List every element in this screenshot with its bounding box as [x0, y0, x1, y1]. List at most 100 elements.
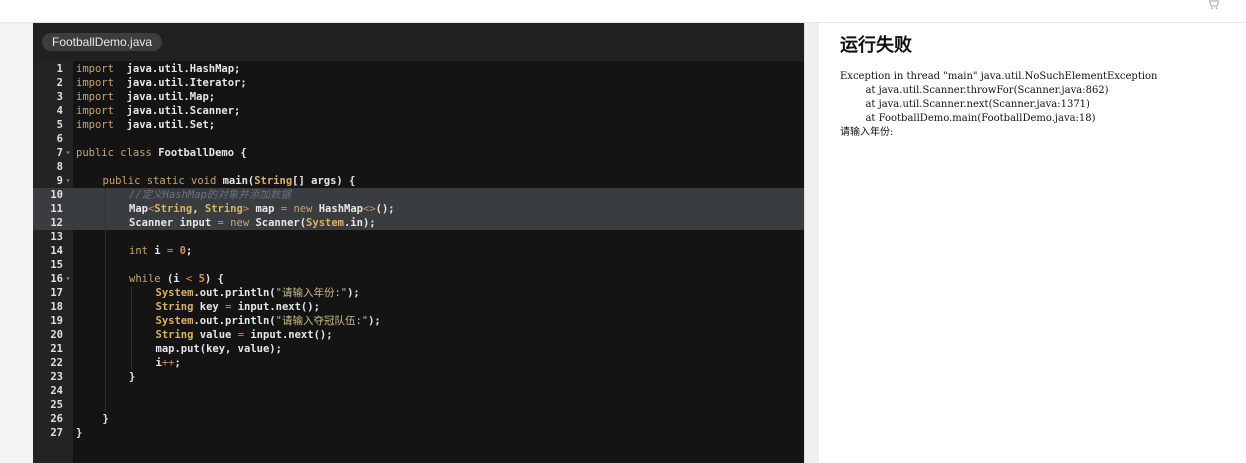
line-number: 13 [50, 231, 63, 243]
code-token: String [254, 175, 293, 187]
code-line[interactable]: 26} [33, 412, 804, 426]
code-token: String [204, 203, 243, 215]
code-line[interactable]: 1 import java.util.HashMap; [33, 62, 804, 76]
code-token: input.next(); [250, 329, 333, 341]
code-line[interactable]: 12 Scanner input = new Scanner(System.in)… [33, 216, 804, 230]
code-text: String key = input.next(); [156, 300, 320, 314]
code-text: } [103, 412, 109, 426]
code-line[interactable]: 27} [33, 426, 804, 440]
code-token: = [237, 329, 251, 341]
code-line[interactable]: 3 import java.util.Map; [33, 90, 804, 104]
code-text: public static void main(String[] args) { [103, 174, 356, 188]
code-token: } [76, 427, 83, 439]
code-line[interactable]: 9 ▾ public static void main(String[] args)… [33, 174, 804, 188]
line-number: 9 [56, 175, 63, 187]
code-area[interactable]: 1 import java.util.HashMap; 2 import java.u… [33, 61, 804, 463]
code-token: "请输入年份:" [275, 287, 348, 299]
code-token: = [166, 245, 180, 257]
code-line[interactable]: 19 System.out.println("请输入夺冠队伍:"); [33, 314, 804, 328]
line-number: 2 [56, 77, 63, 89]
code-line[interactable]: 20 String value = input.next(); [33, 328, 804, 342]
shopping-cart-icon[interactable] [1206, 0, 1220, 10]
line-number: 8 [56, 161, 63, 173]
code-line[interactable]: 25 [33, 398, 804, 412]
code-token: String [155, 301, 200, 313]
code-text: import java.util.Iterator; [76, 76, 247, 90]
code-line[interactable]: 6 [33, 132, 804, 146]
code-token: <> [363, 203, 376, 215]
code-token: System [155, 315, 194, 327]
fold-toggle-icon[interactable]: ▾ [64, 174, 72, 188]
console-output: Exception in thread "main" java.util.NoS… [840, 71, 1158, 138]
code-line[interactable]: 15 [33, 258, 804, 272]
line-number: 14 [50, 245, 63, 257]
code-token: import [76, 119, 114, 131]
code-line[interactable]: 13 [33, 230, 804, 244]
fold-toggle-icon[interactable]: ▾ [64, 272, 72, 286]
code-text: while (i < 5) { [129, 272, 224, 286]
line-number: 6 [56, 133, 63, 145]
code-token: java.util.Iterator; [113, 77, 247, 89]
code-token: main( [222, 175, 255, 187]
line-number: 27 [50, 427, 63, 439]
code-text: } [129, 370, 135, 384]
panel-divider[interactable] [804, 23, 820, 463]
run-status-title: 运行失败 [840, 35, 912, 56]
line-number: 1 [56, 63, 63, 75]
line-number: 19 [50, 315, 63, 327]
line-number: 4 [56, 105, 63, 117]
code-token: java.util.Map; [113, 91, 216, 103]
code-line[interactable]: 14 int i = 0; [33, 244, 804, 258]
line-number: 12 [50, 217, 63, 229]
code-token: import [76, 91, 114, 103]
code-token: String [154, 203, 193, 215]
code-token: import [76, 105, 114, 117]
code-text: import java.util.Set; [76, 118, 215, 132]
line-number: 10 [50, 189, 63, 201]
code-token: ; [174, 357, 181, 369]
code-line[interactable]: 18 String key = input.next(); [33, 300, 804, 314]
code-token: .out.println( [193, 315, 276, 327]
code-text: Scanner input = new Scanner(System.in); [129, 216, 376, 230]
code-token: value [199, 329, 238, 341]
code-token: import [76, 77, 114, 89]
line-number: 24 [50, 385, 63, 397]
output-panel: 运行失败 Exception in thread "main" java.uti… [819, 23, 1246, 463]
code-text: //定义HashMap的对象并添加数据 [129, 188, 291, 202]
code-token: Scanner input [129, 217, 218, 229]
code-token: input.next(); [237, 301, 320, 313]
code-line[interactable]: 11 Map<String, String> map = new HashMap<… [33, 202, 804, 216]
fold-toggle-icon[interactable]: ▾ [64, 146, 72, 160]
code-line[interactable]: 16 ▾ while (i < 5) { [33, 272, 804, 286]
line-number: 21 [50, 343, 63, 355]
code-token: while [129, 273, 167, 285]
file-tab[interactable]: FootballDemo.java [42, 33, 163, 51]
code-line[interactable]: 7 ▾ public class FootballDemo { [33, 146, 804, 160]
code-text: import java.util.Scanner; [76, 104, 240, 118]
code-line[interactable]: 10 //定义HashMap的对象并添加数据 [33, 188, 804, 202]
top-bar [0, 0, 1246, 22]
code-text: import java.util.HashMap; [76, 62, 240, 76]
code-line[interactable]: 8 [33, 160, 804, 174]
code-line[interactable]: 17 System.out.println("请输入年份:"); [33, 286, 804, 300]
code-line[interactable]: 22 i++; [33, 356, 804, 370]
code-token: = [280, 203, 294, 215]
code-token: = [225, 301, 238, 313]
code-line[interactable]: 4 import java.util.Scanner; [33, 104, 804, 118]
line-number: 17 [50, 287, 63, 299]
code-editor[interactable]: FootballDemo.java 1 import java.util.Hash… [33, 23, 804, 463]
code-line[interactable]: 23} [33, 370, 804, 384]
code-token: java.util.Scanner; [113, 105, 241, 117]
code-line[interactable]: 2 import java.util.Iterator; [33, 76, 804, 90]
code-token: HashMap [318, 203, 363, 215]
line-number: 26 [50, 413, 63, 425]
code-line[interactable]: 5 import java.util.Set; [33, 118, 804, 132]
code-token: > [242, 203, 256, 215]
code-line[interactable]: 21 map.put(key, value); [33, 342, 804, 356]
code-token: //定义HashMap的对象并添加数据 [129, 189, 291, 201]
line-number: 16 [50, 273, 63, 285]
code-token: ); [368, 315, 381, 327]
code-line[interactable]: 24 [33, 384, 804, 398]
code-token: map [255, 203, 281, 215]
code-token: new [230, 217, 256, 229]
